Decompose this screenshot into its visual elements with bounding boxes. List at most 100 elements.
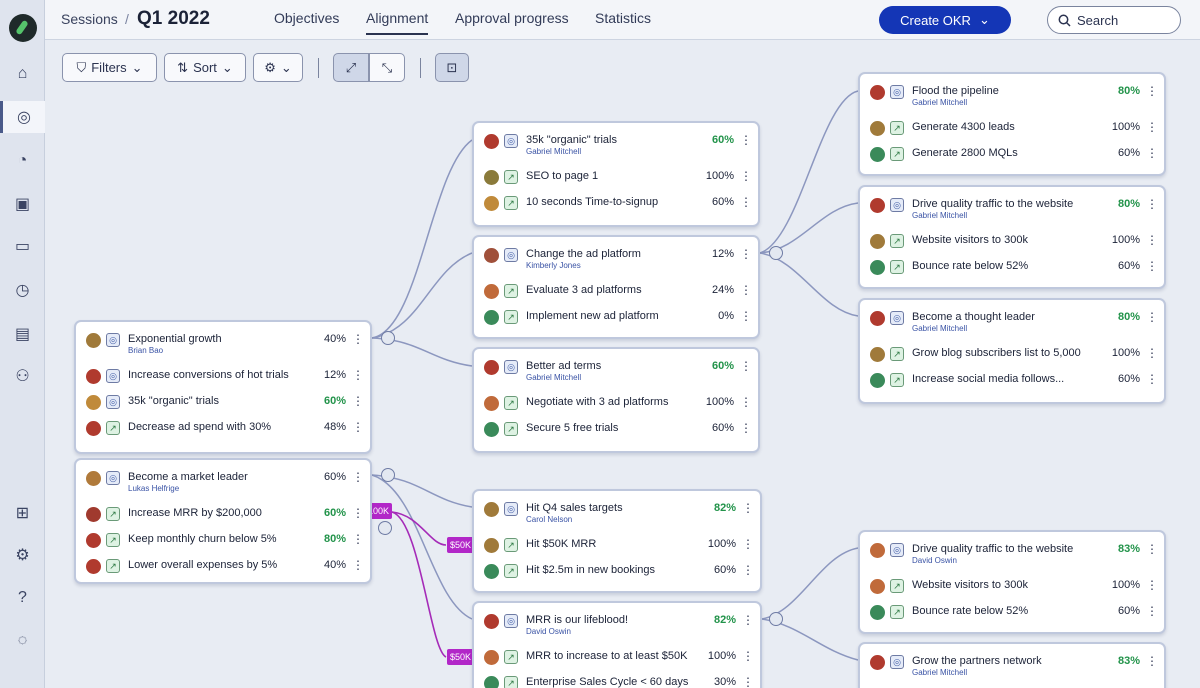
key-result-row[interactable]: ↗ SEO to page 1 100% ⋮ (474, 165, 758, 189)
okr-title[interactable]: Grow blog subscribers list to 5,000 (912, 347, 1081, 359)
okr-owner[interactable]: Gabriel Mitchell (526, 147, 581, 156)
okr-title[interactable]: Generate 4300 leads (912, 121, 1015, 133)
breadcrumb-sessions[interactable]: Sessions (61, 11, 118, 27)
key-result-row[interactable]: ↗ Bounce rate below 52% 60% ⋮ (860, 255, 1164, 279)
tab-approval-progress[interactable]: Approval progress (455, 10, 569, 26)
key-result-row[interactable]: ↗ Increase social media follows... 60% ⋮ (860, 368, 1164, 392)
more-options-icon[interactable]: ⋮ (352, 332, 364, 346)
okr-title[interactable]: Generate 2800 MQLs (912, 147, 1018, 159)
okr-owner[interactable]: Gabriel Mitchell (912, 98, 967, 107)
page-title[interactable]: Q1 2022 (137, 8, 210, 30)
monitor-icon[interactable]: ▭ (0, 230, 45, 262)
okr-title[interactable]: Keep monthly churn below 5% (128, 533, 277, 545)
expand-toggle[interactable] (769, 246, 783, 260)
key-result-row[interactable]: ↗ Grow blog subscribers list to 5,000 100%… (860, 342, 1164, 366)
key-result-row[interactable]: ↗ Secure 5 free trials 60% ⋮ (474, 417, 758, 441)
target-icon[interactable]: ◎ (0, 101, 45, 133)
okr-title[interactable]: Bounce rate below 52% (912, 605, 1028, 617)
objective-row[interactable]: ◎ Drive quality traffic to the website Gab… (860, 193, 1164, 220)
more-options-icon[interactable]: ⋮ (1146, 233, 1158, 247)
okr-owner[interactable]: David Oswin (526, 627, 571, 636)
okr-card[interactable]: ◎ Grow the partners network Gabriel Mitche… (858, 642, 1166, 688)
okr-owner[interactable]: Brian Bao (128, 346, 163, 355)
okr-title[interactable]: Enterprise Sales Cycle < 60 days (526, 676, 688, 688)
objective-row[interactable]: ◎ 35k "organic" trials 60% ⋮ (76, 390, 370, 414)
key-result-row[interactable]: ↗ Lower overall expenses by 5% 40% ⋮ (76, 554, 370, 578)
key-result-row[interactable]: ↗ Implement new ad platform 0% ⋮ (474, 305, 758, 329)
chat-icon[interactable]: ◌ (0, 625, 45, 657)
more-options-icon[interactable]: ⋮ (740, 283, 752, 297)
more-options-icon[interactable]: ⋮ (352, 558, 364, 572)
more-options-icon[interactable]: ⋮ (352, 506, 364, 520)
objective-row[interactable]: ◎ 35k "organic" trials Gabriel Mitchell 60%… (474, 129, 758, 156)
tab-statistics[interactable]: Statistics (595, 10, 651, 26)
objective-row[interactable]: ◎ Change the ad platform Kimberly Jones 12%… (474, 243, 758, 270)
more-options-icon[interactable]: ⋮ (352, 394, 364, 408)
key-result-row[interactable]: ↗ Hit $2.5m in new bookings 60% ⋮ (474, 559, 760, 583)
key-result-row[interactable]: ↗ Bounce rate below 52% 60% ⋮ (860, 600, 1164, 624)
okr-title[interactable]: Secure 5 free trials (526, 422, 618, 434)
key-result-row[interactable]: ↗ Generate 4300 leads 100% ⋮ (860, 116, 1164, 140)
key-result-row[interactable]: ↗ Generate 2800 MQLs 60% ⋮ (860, 142, 1164, 166)
okr-owner[interactable]: Kimberly Jones (526, 261, 581, 270)
okr-card[interactable]: ◎ Drive quality traffic to the website Gab… (858, 185, 1166, 289)
okr-title[interactable]: Hit Q4 sales targets (526, 502, 623, 514)
key-result-row[interactable]: ↗ 10 seconds Time-to-signup 60% ⋮ (474, 191, 758, 215)
okr-title[interactable]: Better ad terms (526, 360, 601, 372)
collapse-all-button[interactable]: ⤡ (369, 53, 405, 82)
objective-row[interactable]: ◎ Grow the partners network Gabriel Mitche… (860, 650, 1164, 677)
key-result-row[interactable]: ↗ Increase MRR by $200,000 60% ⋮ (76, 502, 370, 526)
sort-button[interactable]: ⇅ Sort ⌄ (164, 53, 246, 82)
tab-objectives[interactable]: Objectives (274, 10, 339, 26)
more-options-icon[interactable]: ⋮ (352, 532, 364, 546)
more-options-icon[interactable]: ⋮ (1146, 542, 1158, 556)
more-options-icon[interactable]: ⋮ (742, 563, 754, 577)
okr-card[interactable]: ◎ Become a market leader Lukas Helfrige 60%… (74, 458, 372, 584)
key-result-row[interactable]: ↗ Evaluate 3 ad platforms 24% ⋮ (474, 279, 758, 303)
okr-owner[interactable]: Gabriel Mitchell (526, 373, 581, 382)
okr-title[interactable]: Decrease ad spend with 30% (128, 421, 271, 433)
more-options-icon[interactable]: ⋮ (1146, 578, 1158, 592)
clock-icon[interactable]: ◷ (0, 274, 45, 306)
objective-row[interactable]: ◎ Flood the pipeline Gabriel Mitchell 80% ⋮ (860, 80, 1164, 107)
more-options-icon[interactable]: ⋮ (742, 501, 754, 515)
expand-all-button[interactable]: ⤢ (333, 53, 369, 82)
people-icon[interactable]: ⚇ (0, 360, 45, 392)
okr-title[interactable]: Increase social media follows... (912, 373, 1064, 385)
okr-card[interactable]: ◎ Change the ad platform Kimberly Jones 12%… (472, 235, 760, 339)
okr-owner[interactable]: Gabriel Mitchell (912, 211, 967, 220)
okr-owner[interactable]: Gabriel Mitchell (912, 324, 967, 333)
okr-title[interactable]: Bounce rate below 52% (912, 260, 1028, 272)
more-options-icon[interactable]: ⋮ (740, 133, 752, 147)
more-options-icon[interactable]: ⋮ (1146, 146, 1158, 160)
more-options-icon[interactable]: ⋮ (740, 195, 752, 209)
okr-title[interactable]: 35k "organic" trials (128, 395, 219, 407)
expand-toggle[interactable] (381, 331, 395, 345)
okr-title[interactable]: 35k "organic" trials (526, 134, 617, 146)
key-result-row[interactable]: ↗ MRR to increase to at least $50K 100% ⋮ (474, 645, 760, 669)
key-result-row[interactable]: ↗ Website visitors to 300k 100% ⋮ (860, 229, 1164, 253)
more-options-icon[interactable]: ⋮ (352, 420, 364, 434)
link-handle[interactable] (378, 521, 392, 535)
okr-owner[interactable]: Carol Nelson (526, 515, 572, 524)
okr-card[interactable]: ◎ Flood the pipeline Gabriel Mitchell 80% ⋮ ↗… (858, 72, 1166, 176)
apps-icon[interactable]: ⊞ (0, 497, 45, 529)
okr-card[interactable]: ◎ Better ad terms Gabriel Mitchell 60% ⋮ ↗ Neg… (472, 347, 760, 453)
more-options-icon[interactable]: ⋮ (740, 421, 752, 435)
objective-row[interactable]: ◎ MRR is our lifeblood! David Oswin 82% ⋮ (474, 609, 760, 636)
contribution-badge[interactable]: $50K (447, 649, 475, 665)
okr-card[interactable]: ◎ 35k "organic" trials Gabriel Mitchell 60%… (472, 121, 760, 227)
more-options-icon[interactable]: ⋮ (1146, 654, 1158, 668)
settings-icon[interactable]: ⚙ (0, 539, 45, 571)
filters-button[interactable]: ⛉ Filters ⌄ (62, 53, 157, 82)
okr-card[interactable]: ◎ Become a thought leader Gabriel Mitchell… (858, 298, 1166, 404)
more-options-icon[interactable]: ⋮ (740, 395, 752, 409)
more-options-icon[interactable]: ⋮ (1146, 259, 1158, 273)
okr-title[interactable]: Become a market leader (128, 471, 248, 483)
more-options-icon[interactable]: ⋮ (1146, 120, 1158, 134)
okr-title[interactable]: Drive quality traffic to the website (912, 198, 1073, 210)
okr-title[interactable]: Negotiate with 3 ad platforms (526, 396, 668, 408)
objective-row[interactable]: ◎ Become a market leader Lukas Helfrige 60%… (76, 466, 370, 493)
objective-row[interactable]: ◎ Increase conversions of hot trials 12% ⋮ (76, 364, 370, 388)
more-options-icon[interactable]: ⋮ (740, 309, 752, 323)
